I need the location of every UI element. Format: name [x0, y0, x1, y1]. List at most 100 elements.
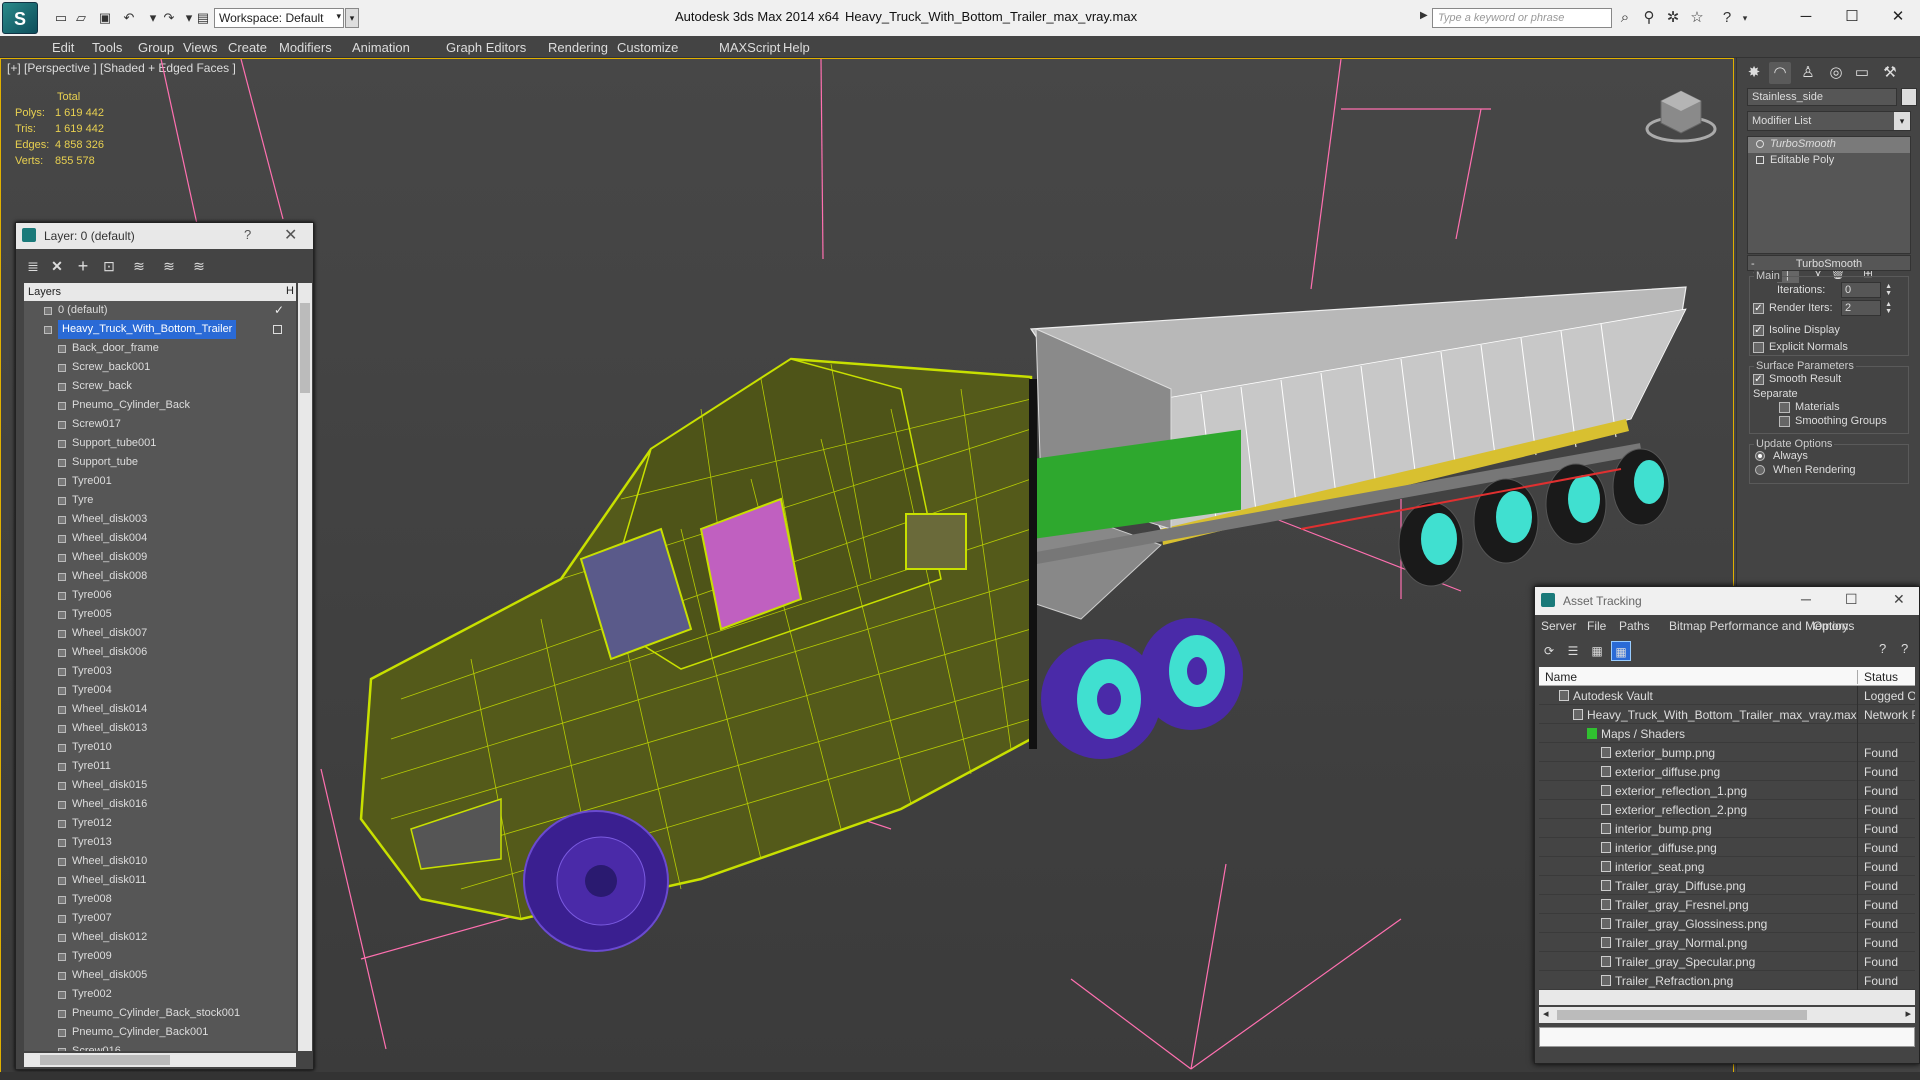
object-name-field[interactable]: Stainless_side	[1747, 88, 1897, 106]
asset-row[interactable]: Trailer_gray_Diffuse.png Found	[1539, 876, 1915, 895]
turbosmooth-rollout-header[interactable]: - TurboSmooth	[1747, 255, 1911, 271]
hide-all-layers-icon[interactable]: ≋	[158, 255, 180, 277]
undo-icon[interactable]: ↶	[120, 10, 138, 26]
menu-edit[interactable]: Edit	[52, 40, 74, 55]
workspace-dropdown[interactable]: Workspace: Default ▾	[214, 8, 344, 28]
motion-tab-icon[interactable]: ◎	[1825, 62, 1847, 84]
asset-menu-paths[interactable]: Paths	[1619, 619, 1650, 633]
modifier-list-dropdown[interactable]: Modifier List ▾	[1747, 111, 1911, 131]
asset-row[interactable]: exterior_diffuse.png Found	[1539, 762, 1915, 781]
delete-layer-icon[interactable]: ✕	[46, 255, 68, 277]
layer-row[interactable]: Tyre012	[24, 814, 296, 833]
layer-row[interactable]: Tyre004	[24, 681, 296, 700]
menu-rendering[interactable]: Rendering	[548, 40, 608, 55]
workspace-menu-button[interactable]: ▾	[345, 8, 359, 28]
layer-row[interactable]: Wheel_disk010	[24, 852, 296, 871]
context-help-icon[interactable]: ?	[1901, 641, 1908, 656]
asset-tracking-titlebar[interactable]: Asset Tracking ─ ☐ ✕	[1535, 587, 1919, 615]
layer-row[interactable]: Tyre009	[24, 947, 296, 966]
render-iters-spinner[interactable]: 2 ▲ ▼	[1841, 300, 1892, 316]
layer-row[interactable]: Screw016	[24, 1042, 296, 1051]
create-tab-icon[interactable]: ✸	[1743, 62, 1765, 84]
scrollbar-thumb[interactable]	[300, 303, 310, 393]
layer-row[interactable]: Wheel_disk013	[24, 719, 296, 738]
menu-help[interactable]: Help	[783, 40, 810, 55]
layer-row[interactable]: Wheel_disk009	[24, 548, 296, 567]
help-icon[interactable]: ?	[1718, 9, 1736, 27]
app-menu-button[interactable]: S	[2, 2, 38, 34]
smooth-result-checkbox[interactable]: ✓	[1753, 374, 1764, 385]
layer-row[interactable]: Tyre001	[24, 472, 296, 491]
refresh-icon[interactable]: ⟳	[1539, 641, 1559, 661]
favorites-star-icon[interactable]: ☆	[1688, 9, 1706, 27]
hide-column-header[interactable]: H	[286, 285, 294, 297]
scrollbar-thumb[interactable]	[40, 1055, 170, 1065]
new-layer-icon[interactable]: ≣	[22, 255, 44, 277]
thumbnail-view-icon[interactable]: ▦	[1587, 641, 1607, 661]
layer-row[interactable]: Wheel_disk006	[24, 643, 296, 662]
layer-help-button[interactable]: ?	[244, 227, 251, 242]
add-to-layer-icon[interactable]: +	[72, 255, 94, 277]
open-file-icon[interactable]: ▱	[72, 10, 90, 26]
scroll-left-icon[interactable]: ◂	[1543, 1007, 1549, 1020]
layer-row[interactable]: Screw_back001	[24, 358, 296, 377]
layer-row[interactable]: Support_tube001	[24, 434, 296, 453]
menu-maxscript[interactable]: MAXScript	[719, 40, 780, 55]
minimize-button[interactable]: ─	[1801, 591, 1811, 607]
asset-row[interactable]: interior_seat.png Found	[1539, 857, 1915, 876]
layer-row[interactable]: Wheel_disk005	[24, 966, 296, 985]
layer-row[interactable]: Tyre002	[24, 985, 296, 1004]
layer-row[interactable]: Back_door_frame	[24, 339, 296, 358]
layer-row[interactable]: Pneumo_Cylinder_Back	[24, 396, 296, 415]
binoculars-icon[interactable]: ⌕	[1616, 9, 1634, 27]
expand-plus-icon[interactable]	[1756, 156, 1764, 164]
layer-row[interactable]: Wheel_disk015	[24, 776, 296, 795]
maximize-button[interactable]: ☐	[1832, 4, 1872, 30]
render-iters-checkbox[interactable]: ✓	[1753, 303, 1764, 314]
asset-menu-options[interactable]: Options	[1813, 619, 1854, 633]
layer-row[interactable]: Wheel_disk008	[24, 567, 296, 586]
asset-row[interactable]: Heavy_Truck_With_Bottom_Trailer_max_vray…	[1539, 705, 1915, 724]
set-current-layer-box[interactable]	[273, 325, 282, 334]
asset-row[interactable]: Trailer_gray_Specular.png Found	[1539, 952, 1915, 971]
asset-row[interactable]: exterior_bump.png Found	[1539, 743, 1915, 762]
when-rendering-radio[interactable]	[1755, 465, 1765, 475]
save-file-icon[interactable]: ▣	[96, 10, 114, 26]
layer-row[interactable]: Wheel_disk007	[24, 624, 296, 643]
asset-row[interactable]: Trailer_gray_Normal.png Found	[1539, 933, 1915, 952]
menu-customize[interactable]: Customize	[617, 40, 678, 55]
viewcube[interactable]	[1645, 90, 1717, 143]
scrollbar-thumb[interactable]	[1557, 1010, 1807, 1020]
help-icon[interactable]: ?	[1879, 641, 1886, 656]
status-column-header[interactable]: Status	[1857, 670, 1898, 684]
asset-row[interactable]: Autodesk Vault Logged O	[1539, 686, 1915, 705]
hierarchy-tab-icon[interactable]: ♙	[1797, 62, 1819, 84]
asset-row[interactable]: Maps / Shaders	[1539, 724, 1915, 743]
layer-row[interactable]: Wheel_disk011	[24, 871, 296, 890]
asset-path-field[interactable]	[1539, 1027, 1915, 1047]
menu-tools[interactable]: Tools	[92, 40, 122, 55]
asset-row[interactable]: interior_diffuse.png Found	[1539, 838, 1915, 857]
list-view-icon[interactable]: ☰	[1563, 641, 1583, 661]
name-column-header[interactable]: Name	[1545, 670, 1577, 684]
layer-close-button[interactable]: ✕	[284, 225, 297, 245]
iterations-spinner[interactable]: 0 ▲ ▼	[1841, 282, 1892, 298]
always-radio[interactable]	[1755, 451, 1765, 461]
layer-row[interactable]: Screw_back	[24, 377, 296, 396]
freeze-all-layers-icon[interactable]: ≋	[188, 255, 210, 277]
menu-views[interactable]: Views	[183, 40, 217, 55]
isoline-checkbox[interactable]: ✓	[1753, 325, 1764, 336]
layers-column-header[interactable]: Layers	[28, 286, 61, 298]
display-tab-icon[interactable]: ▭	[1851, 62, 1873, 84]
stack-item-turbosmooth[interactable]: TurboSmooth	[1748, 137, 1910, 153]
keyword-search-input[interactable]: Type a keyword or phrase	[1432, 8, 1612, 28]
layer-row[interactable]: Tyre	[24, 491, 296, 510]
new-file-icon[interactable]: ▭	[52, 10, 70, 26]
object-color-swatch[interactable]	[1901, 88, 1917, 106]
layer-row[interactable]: Tyre007	[24, 909, 296, 928]
stack-item-editable-poly[interactable]: Editable Poly	[1748, 153, 1910, 169]
lightbulb-icon[interactable]	[1756, 140, 1764, 148]
menu-group[interactable]: Group	[138, 40, 174, 55]
explicit-normals-checkbox[interactable]	[1753, 342, 1764, 353]
layer-row[interactable]: Wheel_disk012	[24, 928, 296, 947]
